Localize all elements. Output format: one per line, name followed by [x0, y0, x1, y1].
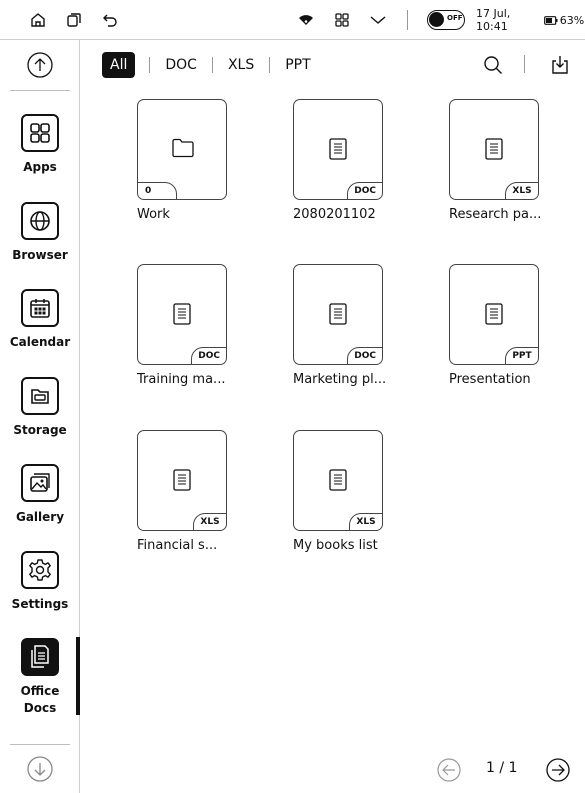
tab-all[interactable]: All [102, 52, 136, 78]
sidebar-item-label: Settings [11, 597, 69, 611]
office-docs-icon [21, 638, 59, 676]
sidebar-item-storage[interactable]: Storage [0, 377, 80, 439]
sidebar-divider [10, 744, 70, 745]
scroll-down-button[interactable] [27, 756, 53, 782]
sidebar-divider [10, 90, 70, 91]
sidebar-item-label: Apps [23, 160, 57, 174]
file-card[interactable]: PPT [449, 264, 539, 365]
battery-icon [544, 0, 558, 40]
file-item[interactable]: DOC 2080201102 [293, 99, 423, 222]
document-icon [173, 303, 191, 325]
gear-icon [21, 551, 59, 589]
file-item[interactable]: PPT Presentation [449, 264, 579, 387]
page-indicator: 1 / 1 [486, 760, 518, 776]
active-indicator [76, 637, 80, 715]
file-card[interactable]: XLS [449, 99, 539, 200]
import-icon[interactable] [550, 54, 570, 76]
file-name: Training ma... [137, 372, 226, 387]
tab-ppt[interactable]: PPT [270, 52, 325, 78]
file-card[interactable]: XLS [293, 430, 383, 531]
toolbar-divider [524, 55, 525, 73]
filter-tabs: All DOC XLS PPT [102, 52, 326, 78]
file-name: Marketing pl... [293, 372, 387, 387]
status-divider [407, 10, 408, 30]
file-card[interactable]: 0 [137, 99, 227, 200]
file-type-badge: PPT [505, 347, 538, 364]
home-icon[interactable] [28, 0, 48, 40]
file-card[interactable]: DOC [293, 99, 383, 200]
sidebar-item-label: Browser [12, 248, 68, 262]
sidebar-item-settings[interactable]: Settings [0, 551, 80, 613]
multitask-icon[interactable] [64, 0, 84, 40]
folder-item[interactable]: 0 Work [137, 99, 267, 222]
next-page-button[interactable] [546, 758, 570, 782]
scroll-up-button[interactable] [27, 52, 53, 78]
sidebar: Apps Browser Calendar Storage Gallery Se… [0, 40, 80, 793]
back-icon[interactable] [100, 0, 120, 40]
prev-page-button[interactable] [437, 758, 461, 782]
file-type-badge: XLS [349, 513, 382, 530]
sidebar-item-label-line1: Office [20, 684, 60, 698]
status-bar: OFF 17 Jul, 10:41 63% [0, 0, 585, 40]
chevron-down-icon[interactable] [366, 0, 390, 40]
file-name: Presentation [449, 372, 531, 387]
sidebar-item-office-docs[interactable]: Office Docs [0, 638, 80, 717]
sidebar-item-calendar[interactable]: Calendar [0, 289, 80, 351]
file-item[interactable]: XLS Financial s... [137, 430, 267, 553]
file-name: Financial s... [137, 538, 218, 553]
file-item[interactable]: DOC Training ma... [137, 264, 267, 387]
file-type-badge: DOC [347, 182, 382, 199]
pen-icon [429, 12, 444, 27]
file-type-badge: DOC [191, 347, 226, 364]
file-name: Research pa... [449, 207, 542, 222]
file-card[interactable]: XLS [137, 430, 227, 531]
wifi-icon[interactable] [296, 0, 316, 40]
storage-icon [21, 377, 59, 415]
calendar-icon [21, 289, 59, 327]
apps-grid-icon[interactable] [332, 0, 352, 40]
file-item[interactable]: XLS Research pa... [449, 99, 579, 222]
search-icon[interactable] [482, 54, 504, 76]
document-icon [329, 469, 347, 491]
file-item[interactable]: DOC Marketing pl... [293, 264, 423, 387]
sidebar-item-gallery[interactable]: Gallery [0, 464, 80, 526]
sidebar-item-label-line2: Docs [23, 701, 57, 715]
sidebar-item-browser[interactable]: Browser [0, 202, 80, 264]
sidebar-item-label: Calendar [9, 335, 71, 349]
file-card[interactable]: DOC [137, 264, 227, 365]
sidebar-item-apps[interactable]: Apps [0, 114, 80, 176]
file-card[interactable]: DOC [293, 264, 383, 365]
battery-level: 63% [559, 13, 585, 27]
tab-doc[interactable]: DOC [150, 52, 212, 78]
file-type-badge: XLS [193, 513, 226, 530]
sidebar-item-label: Office Docs [0, 683, 80, 717]
document-icon [173, 469, 191, 491]
document-icon [329, 303, 347, 325]
apps-icon [21, 114, 59, 152]
pen-toggle[interactable]: OFF [426, 0, 466, 40]
file-item[interactable]: XLS My books list [293, 430, 423, 553]
gallery-icon [21, 464, 59, 502]
datetime: 17 Jul, 10:41 [476, 7, 511, 33]
tab-xls[interactable]: XLS [213, 52, 269, 78]
sidebar-item-label: Storage [13, 423, 67, 437]
globe-icon [21, 202, 59, 240]
file-type-badge: XLS [505, 182, 538, 199]
file-name: My books list [293, 538, 378, 553]
document-icon [485, 138, 503, 160]
file-name: 2080201102 [293, 207, 376, 222]
sidebar-item-label: Gallery [15, 510, 65, 524]
toggle-label: OFF [447, 14, 463, 22]
folder-icon [172, 138, 194, 158]
document-icon [329, 138, 347, 160]
file-type-badge: DOC [347, 347, 382, 364]
item-count-badge: 0 [138, 182, 177, 199]
document-icon [485, 303, 503, 325]
file-name: Work [137, 207, 170, 222]
